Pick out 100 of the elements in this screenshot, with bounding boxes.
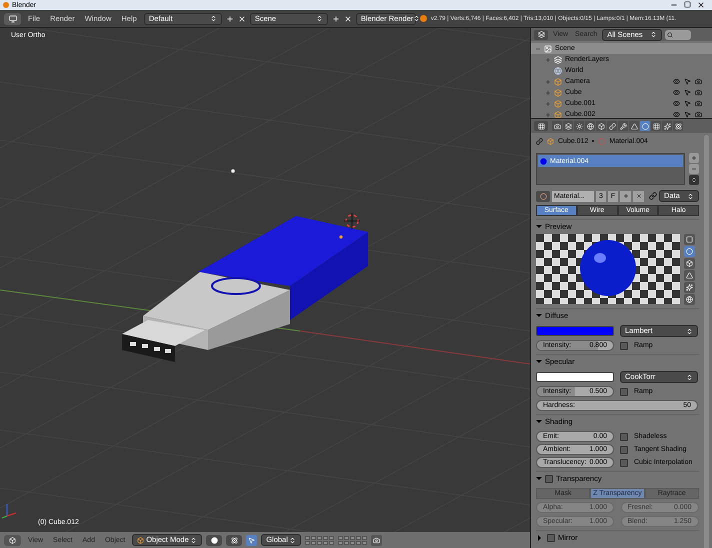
expand-icon[interactable] xyxy=(545,100,551,106)
slot-menu-button[interactable] xyxy=(689,175,699,185)
layers-icon xyxy=(538,31,544,38)
expand-icon[interactable] xyxy=(545,78,551,84)
camera-icon[interactable] xyxy=(695,78,702,85)
collapse-icon[interactable] xyxy=(535,46,541,52)
close-icon[interactable] xyxy=(344,14,352,22)
globe-icon xyxy=(586,122,594,130)
context-tab[interactable] xyxy=(585,121,595,131)
preview-shape-button[interactable] xyxy=(684,282,695,293)
manipulator-button[interactable] xyxy=(246,534,258,546)
context-tab[interactable] xyxy=(629,121,639,131)
preview-shape-button[interactable] xyxy=(684,270,695,281)
expand-icon[interactable] xyxy=(545,56,551,62)
close-icon xyxy=(636,193,642,199)
checkbox[interactable] xyxy=(620,432,628,440)
remove-icon xyxy=(691,166,697,172)
cube-icon xyxy=(598,122,604,130)
context-tab[interactable] xyxy=(640,121,650,131)
sphere-icon xyxy=(598,138,606,144)
lamp-icon xyxy=(231,169,235,173)
search-field[interactable] xyxy=(665,30,692,40)
cube-icon xyxy=(686,260,693,267)
monitor-icon xyxy=(8,14,16,22)
search-icon xyxy=(667,32,674,38)
material-browse-button[interactable] xyxy=(536,190,550,202)
color-swatch[interactable] xyxy=(536,372,614,382)
pivot-button[interactable] xyxy=(226,534,242,546)
checkbox[interactable] xyxy=(620,446,628,454)
editor-type-button[interactable] xyxy=(534,30,548,40)
checkbox[interactable] xyxy=(545,474,553,482)
preview-shape-button[interactable] xyxy=(684,234,695,245)
cube-icon xyxy=(554,110,562,118)
link-icon xyxy=(608,122,616,130)
triangle-icon xyxy=(630,122,638,130)
checkbox[interactable] xyxy=(620,388,628,396)
up-down-arrows-icon xyxy=(210,15,217,22)
context-tab[interactable] xyxy=(651,121,661,131)
up-down-arrows-icon xyxy=(687,192,694,200)
cube-icon xyxy=(554,78,562,86)
shading-button[interactable] xyxy=(206,534,222,546)
scrollbar[interactable] xyxy=(704,135,709,548)
editor-type-button[interactable] xyxy=(4,534,21,546)
up-down-arrows-icon xyxy=(289,536,296,544)
checkbox[interactable] xyxy=(620,458,628,466)
unlink-button[interactable] xyxy=(633,190,644,202)
context-tab[interactable] xyxy=(596,121,606,131)
context-tab[interactable] xyxy=(552,121,562,131)
camera-icon[interactable] xyxy=(695,89,702,96)
context-tab[interactable] xyxy=(673,121,683,131)
context-tab[interactable] xyxy=(662,121,672,131)
app-logo-icon xyxy=(3,2,9,8)
origin-dot-icon xyxy=(339,235,343,239)
eye-icon[interactable] xyxy=(673,89,680,96)
up-down-arrows-icon xyxy=(686,328,693,334)
camera-icon xyxy=(554,122,560,130)
atom-icon xyxy=(674,122,682,130)
cube-icon xyxy=(554,100,562,108)
add-icon[interactable] xyxy=(332,14,340,22)
separator-icon xyxy=(592,140,594,142)
eye-icon[interactable] xyxy=(673,111,680,118)
arrow-icon xyxy=(248,536,256,544)
3d-cursor-icon xyxy=(344,212,360,230)
editor-type-button[interactable] xyxy=(534,121,548,131)
preview-shape-button[interactable] xyxy=(684,294,695,305)
grid-icon xyxy=(538,122,544,130)
context-tab[interactable] xyxy=(607,121,617,131)
layers-icon xyxy=(554,56,562,64)
eye-icon[interactable] xyxy=(673,78,680,85)
close-icon[interactable] xyxy=(238,14,246,22)
preview-shape-button[interactable] xyxy=(684,246,695,257)
editor-type-button[interactable] xyxy=(4,12,21,24)
link-icon xyxy=(536,138,543,144)
expand-icon[interactable] xyxy=(545,112,551,118)
checkbox[interactable] xyxy=(620,342,628,350)
link-icon[interactable] xyxy=(649,192,657,200)
eye-icon[interactable] xyxy=(673,100,680,107)
sphere-icon xyxy=(540,192,546,200)
scene-icon xyxy=(544,44,552,52)
up-down-arrows-icon xyxy=(316,15,323,22)
maximize-icon[interactable] xyxy=(684,1,691,8)
context-tab[interactable] xyxy=(563,121,573,131)
up-down-arrows-icon xyxy=(650,31,658,38)
checkbox[interactable] xyxy=(547,534,555,542)
add-icon[interactable] xyxy=(226,14,234,22)
context-tab[interactable] xyxy=(574,121,584,131)
globe-icon xyxy=(554,66,562,74)
close-icon[interactable] xyxy=(697,1,705,9)
expand-icon[interactable] xyxy=(545,90,551,96)
sun-icon xyxy=(576,122,582,130)
color-swatch[interactable] xyxy=(536,326,614,336)
camera-icon[interactable] xyxy=(695,100,702,107)
lock-camera-button[interactable] xyxy=(371,534,382,546)
add-slot-button[interactable] xyxy=(689,153,699,163)
context-tab[interactable] xyxy=(618,121,628,131)
camera-icon[interactable] xyxy=(695,111,702,118)
cube-icon xyxy=(547,138,554,144)
preview-shape-button[interactable] xyxy=(684,258,695,269)
app-logo-icon xyxy=(420,15,427,22)
wrench-icon xyxy=(620,122,626,130)
